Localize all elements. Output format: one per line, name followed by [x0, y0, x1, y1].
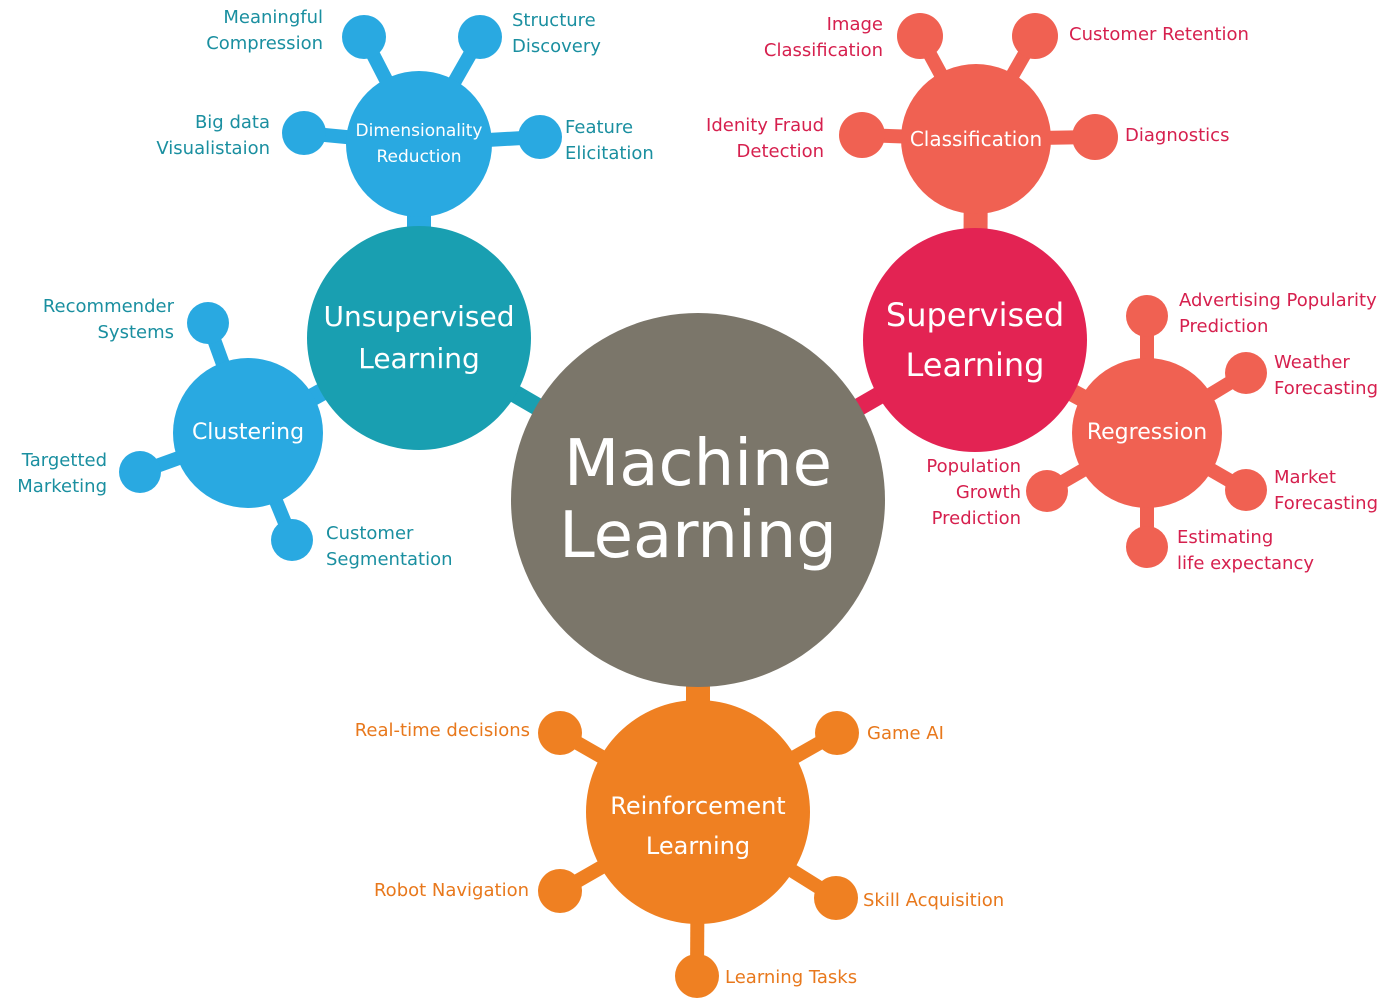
- regression-leaf-dot-3: [1225, 469, 1267, 511]
- dimensionality-leaf-dot-0: [342, 15, 386, 59]
- leaf-targetted-marketing: Targetted Marketing: [17, 450, 107, 497]
- regression-leaf-dot-4: [1126, 526, 1168, 568]
- leaf-customer-segmentation: Customer Segmentation: [326, 523, 453, 570]
- leaf-robot-navigation: Robot Navigation: [373, 880, 529, 901]
- classification-leaf-dot-1: [1012, 13, 1058, 59]
- reinforcement-leaf-dot-2: [538, 869, 582, 913]
- clustering-node-label: Clustering: [191, 420, 305, 445]
- regression-node-label: Regression: [1086, 420, 1208, 445]
- leaf-game-ai: Game AI: [867, 723, 944, 744]
- unsupervised-node-label: Unsupervised Learning: [323, 300, 515, 375]
- leaf-population-growth-prediction: Population Growth Prediction: [926, 456, 1021, 529]
- leaf-advertising-popularity-prediction: Advertising Popularity Prediction: [1179, 290, 1377, 337]
- leaf-recommender-systems: Recommender Systems: [42, 296, 174, 343]
- leaf-customer-retention: Customer Retention: [1069, 24, 1249, 45]
- leaf-skill-acquisition: Skill Acquisition: [863, 890, 1005, 911]
- regression-leaf-dot-0: [1126, 295, 1168, 337]
- leaf-diagnostics: Diagnostics: [1125, 125, 1230, 146]
- leaf-feature-elicitation: Feature Elicitation: [565, 117, 654, 164]
- classification-leaf-dot-0: [897, 13, 943, 59]
- classification-node-label: Classification: [909, 127, 1043, 151]
- reinforcement-leaf-dot-4: [675, 954, 719, 998]
- dimensionality-leaf-dot-1: [458, 15, 502, 59]
- leaf-estimating-life-expectancy: Estimating life expectancy: [1177, 527, 1314, 574]
- dimensionality-node-label: Dimensionality Reduction: [355, 121, 483, 167]
- clustering-leaf-dot-2: [271, 519, 313, 561]
- clustering-leaf-dot-1: [119, 451, 161, 493]
- dimensionality-leaf-dot-2: [282, 111, 326, 155]
- leaf-learning-tasks: Learning Tasks: [725, 967, 858, 988]
- clustering-leaf-dot-0: [187, 302, 229, 344]
- classification-leaf-dot-2: [839, 112, 885, 158]
- reinforcement-leaf-dot-3: [814, 876, 858, 920]
- reinforcement-node-label: Reinforcement Learning: [610, 792, 786, 860]
- leaf-meaningful-compression: Meaningful Compression: [206, 7, 323, 54]
- leaf-weather-forecasting: Weather Forecasting: [1274, 352, 1379, 399]
- center-node-label: Machine Learning: [559, 427, 837, 573]
- regression-leaf-dot-1: [1225, 352, 1267, 394]
- leaf-structure-discovery: Structure Discovery: [512, 10, 601, 57]
- regression-leaf-dot-2: [1026, 470, 1068, 512]
- leaf-market-forecasting: Market Forecasting: [1274, 467, 1379, 514]
- leaf-image-classification: Image Classification: [763, 14, 883, 61]
- leaf-big-data-visualisation: Big data Visualistaion: [156, 112, 270, 159]
- dimensionality-leaf-dot-3: [518, 115, 562, 159]
- leaf-identity-fraud-detection: Idenity Fraud Detection: [706, 115, 824, 162]
- supervised-node-label: Supervised Learning: [885, 296, 1065, 384]
- reinforcement-leaf-dot-1: [815, 711, 859, 755]
- leaf-real-time-decisions: Real-time decisions: [354, 720, 530, 741]
- reinforcement-leaf-dot-0: [538, 711, 582, 755]
- classification-leaf-dot-3: [1072, 114, 1118, 160]
